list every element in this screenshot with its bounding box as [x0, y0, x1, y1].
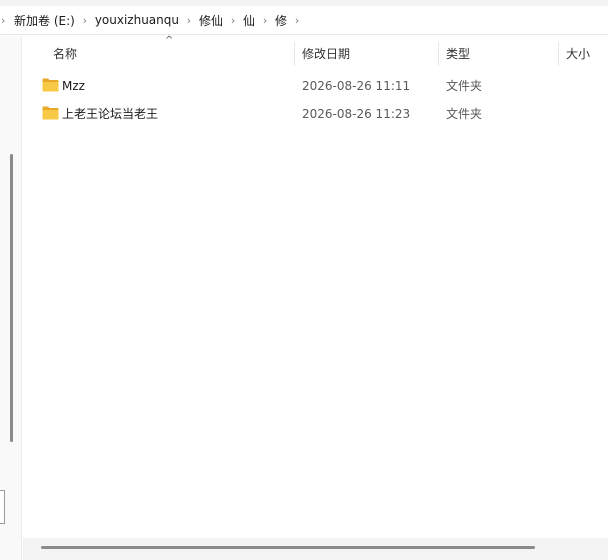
- column-header-name[interactable]: 名称: [45, 40, 295, 68]
- file-date: 2026-08-26 11:11: [302, 79, 411, 93]
- chevron-right-icon[interactable]: ›: [78, 14, 92, 27]
- file-date: 2026-08-26 11:23: [302, 107, 411, 121]
- chevron-right-icon[interactable]: ›: [258, 14, 272, 27]
- breadcrumb-item-xiuxian[interactable]: 修仙: [196, 10, 226, 31]
- breadcrumb-item-xiu[interactable]: 修: [272, 10, 290, 31]
- breadcrumb-item-drive[interactable]: 新加卷 (E:): [11, 10, 78, 31]
- breadcrumb[interactable]: › 新加卷 (E:) › youxizhuanqu › 修仙 › 仙 › 修 ›: [0, 6, 608, 35]
- folder-icon: [42, 78, 59, 92]
- chevron-right-icon[interactable]: ›: [290, 14, 304, 27]
- column-header-type[interactable]: 类型: [438, 40, 558, 68]
- file-type: 文件夹: [446, 79, 483, 93]
- file-type: 文件夹: [446, 107, 483, 121]
- horizontal-scrollbar-thumb[interactable]: [41, 546, 535, 549]
- folder-icon: [42, 106, 59, 120]
- horizontal-scrollbar[interactable]: [23, 538, 608, 560]
- file-name: 上老王论坛当老王: [62, 107, 159, 121]
- breadcrumb-item-youxizhuanqu[interactable]: youxizhuanqu: [92, 11, 182, 29]
- breadcrumb-item-xian[interactable]: 仙: [240, 10, 258, 31]
- column-header-row: 名称 修改日期 类型 大小: [23, 40, 608, 68]
- file-list: ^ 名称 修改日期 类型 大小 Mzz 2026-08-26 11:11 文件夹: [23, 36, 608, 560]
- nav-scrollbar-thumb[interactable]: [10, 154, 13, 442]
- navigation-pane: [0, 36, 22, 560]
- chevron-right-icon[interactable]: ›: [226, 14, 240, 27]
- chevron-right-icon[interactable]: ›: [0, 14, 11, 27]
- file-row[interactable]: Mzz 2026-08-26 11:11 文件夹: [23, 73, 608, 99]
- column-header-date[interactable]: 修改日期: [294, 40, 437, 68]
- column-header-size[interactable]: 大小: [558, 40, 608, 68]
- chevron-right-icon[interactable]: ›: [182, 14, 196, 27]
- file-explorer-window: › 新加卷 (E:) › youxizhuanqu › 修仙 › 仙 › 修 ›…: [0, 0, 608, 560]
- file-row[interactable]: 上老王论坛当老王 2026-08-26 11:23 文件夹: [23, 101, 608, 127]
- nav-pane-edge: [0, 490, 5, 524]
- file-name: Mzz: [62, 79, 85, 93]
